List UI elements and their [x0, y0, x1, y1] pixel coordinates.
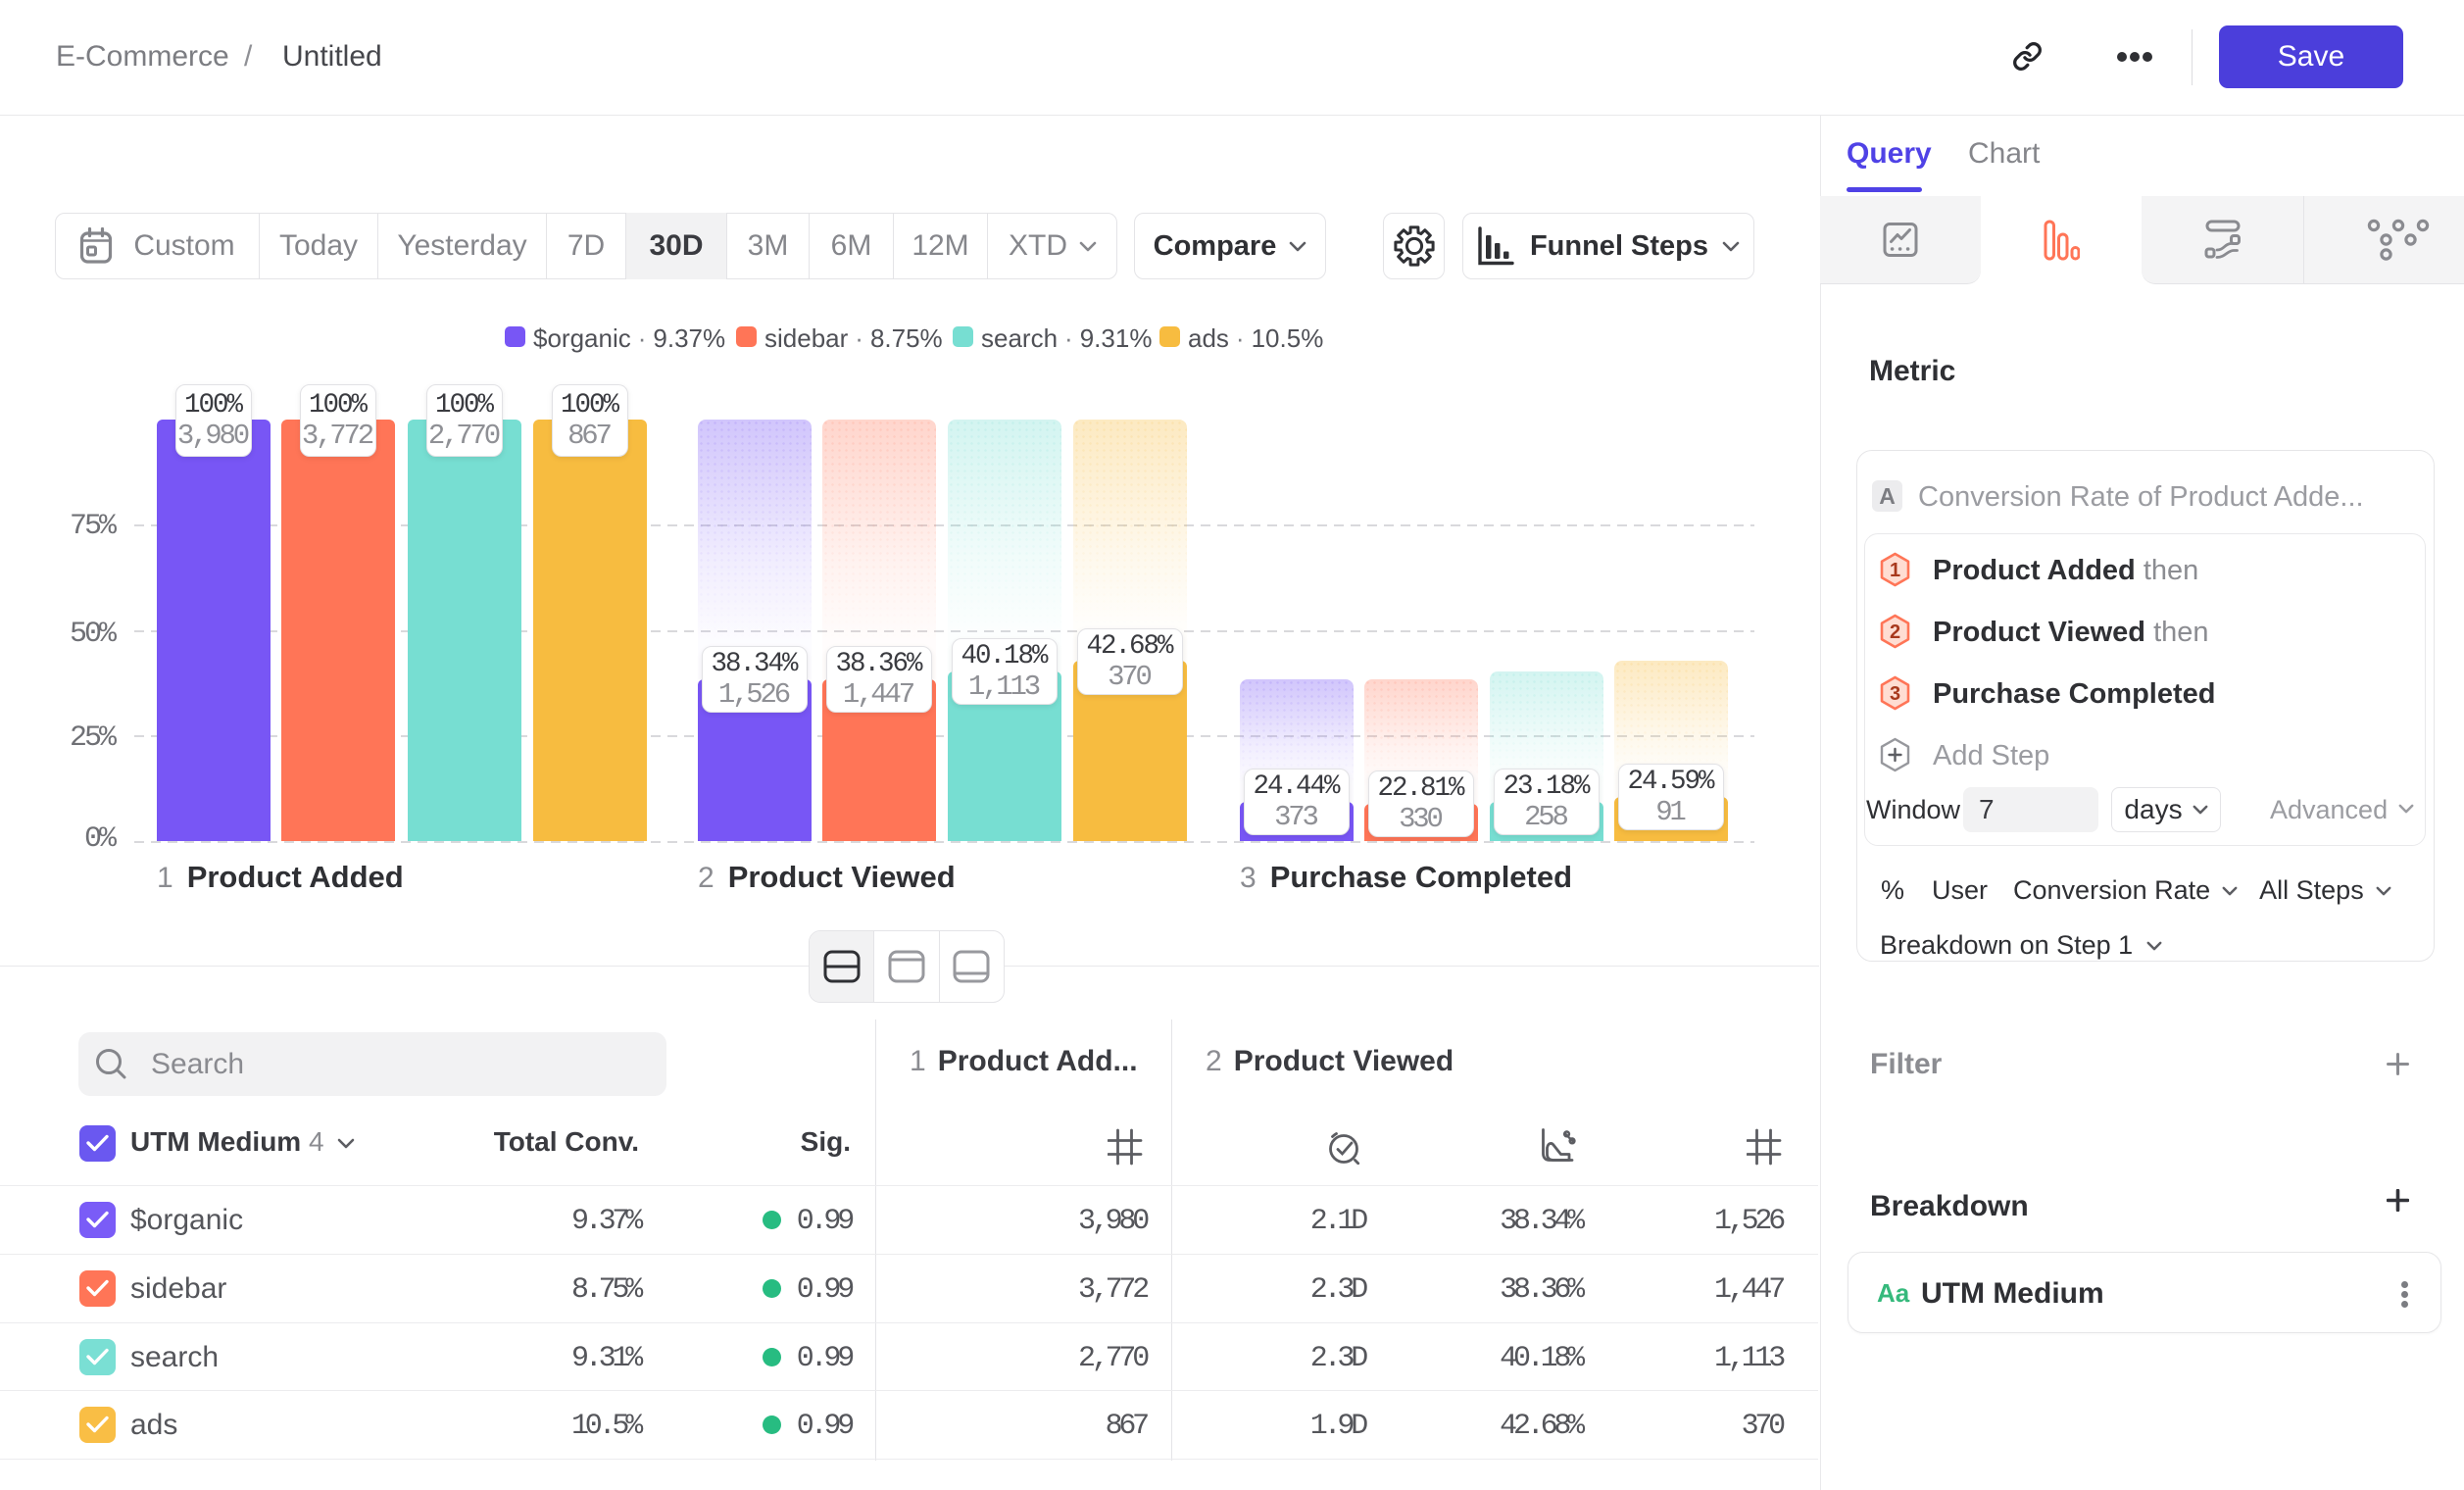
svg-text:3: 3 — [1890, 683, 1900, 705]
svg-text:2: 2 — [1890, 621, 1900, 643]
svg-text:1: 1 — [1890, 560, 1900, 581]
